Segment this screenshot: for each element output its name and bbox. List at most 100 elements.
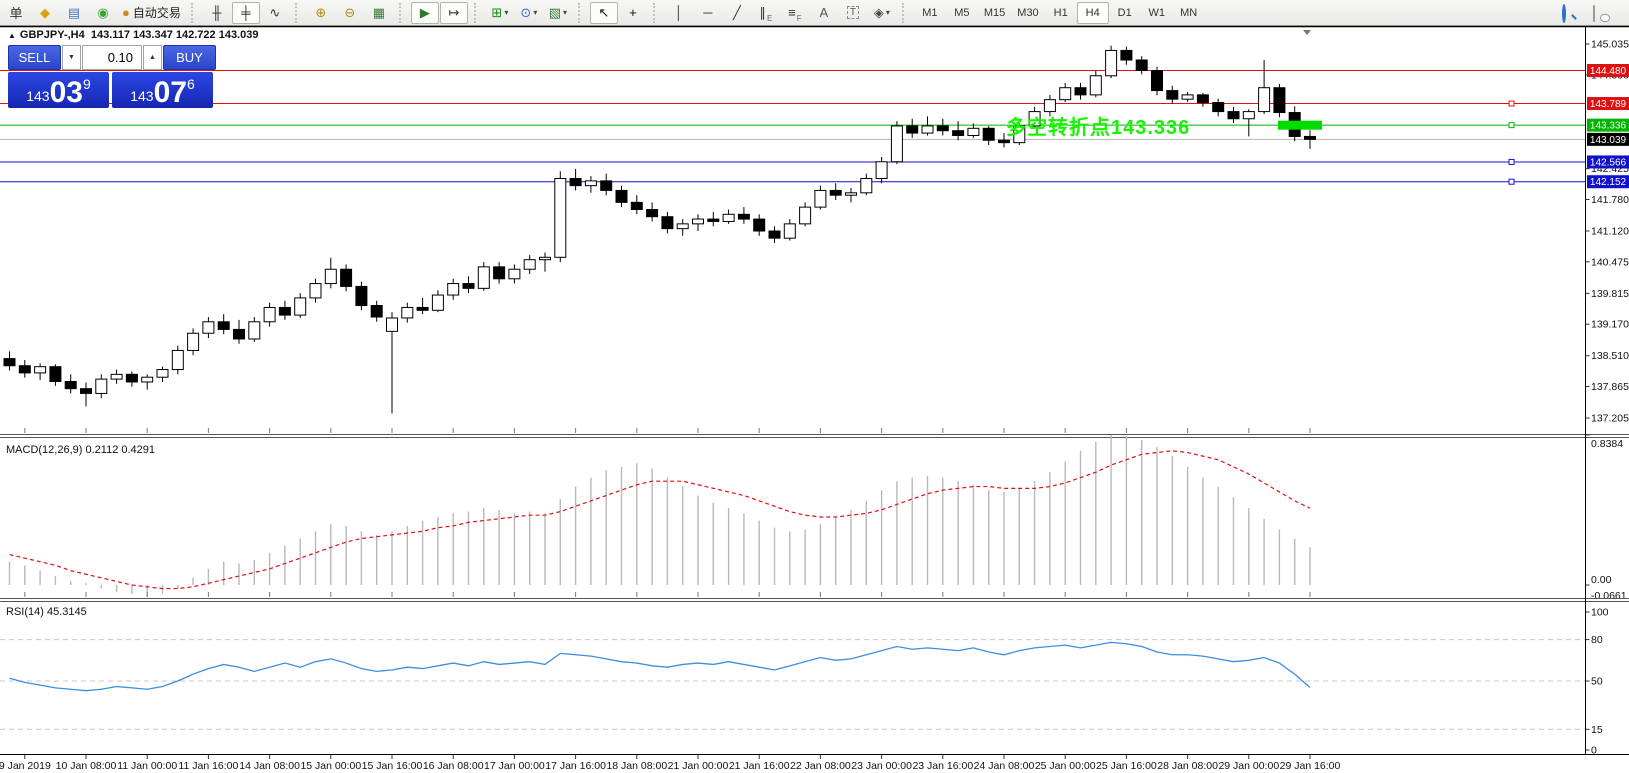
chart-profile-icon[interactable]: ◆ [31, 2, 59, 24]
axis-label: -0.0661 [1591, 590, 1627, 602]
candle-body [478, 267, 489, 288]
candle-body [830, 190, 841, 195]
trendline-icon[interactable]: ╱ [723, 2, 751, 24]
candle-body [218, 322, 229, 330]
candle-body [891, 126, 902, 162]
text-label-icon[interactable]: T [839, 2, 867, 24]
price-level-badge-text: 143.789 [1590, 99, 1627, 110]
timeframe-mn[interactable]: MN [1173, 2, 1205, 24]
cursor-icon[interactable]: ↖ [590, 2, 618, 24]
chart-canvas[interactable]: 0.83840.00-0.066110080501509 Jan 201910 … [0, 26, 1629, 773]
timeframe-h1[interactable]: H1 [1045, 2, 1077, 24]
candle-body [463, 284, 474, 289]
timeframe-m5[interactable]: M5 [946, 2, 978, 24]
market-radar-icon[interactable]: ◉ [89, 2, 117, 24]
volume-down-button[interactable]: ▼ [62, 45, 81, 70]
candle-body [677, 224, 688, 229]
chart-shift-icon[interactable]: ↦ [440, 2, 468, 24]
arrows-icon[interactable]: ◈▾ [868, 2, 896, 24]
candle-body [585, 181, 596, 186]
level-line-handle[interactable] [1509, 179, 1514, 184]
volume-up-button[interactable]: ▲ [143, 45, 162, 70]
symbol-period: GBPJPY-,H4 [20, 29, 85, 41]
vertical-line-icon[interactable]: │ [665, 2, 693, 24]
candle-body [738, 214, 749, 219]
macd-label: MACD(12,26,9) 0.2112 0.4291 [6, 444, 155, 456]
time-axis-label: 29 Jan 00:00 [1218, 760, 1279, 772]
price-axis-label: 141.780 [1591, 194, 1629, 206]
level-line-handle[interactable] [1509, 159, 1514, 164]
indicators-icon[interactable]: ⊞▾ [486, 2, 514, 24]
level-line-handle[interactable] [1509, 101, 1514, 106]
toolbar-separator [399, 3, 406, 23]
time-axis-label: 17 Jan 00:00 [484, 760, 545, 772]
candle-body [846, 193, 857, 195]
time-axis-label: 15 Jan 00:00 [300, 760, 361, 772]
candle-body [1305, 136, 1316, 139]
candle-body [693, 219, 704, 224]
text-icon[interactable]: A [810, 2, 838, 24]
timeframe-m30[interactable]: M30 [1011, 2, 1044, 24]
time-axis-label: 15 Jan 16:00 [362, 760, 423, 772]
candle-body [1121, 50, 1132, 60]
charts-cloud-icon[interactable]: ▤ [60, 2, 88, 24]
time-axis-label: 28 Jan 08:00 [1157, 760, 1218, 772]
candle-body [1075, 88, 1086, 95]
buy-price-big: 07 [154, 80, 187, 106]
macd-current-values: 0.2112 0.4291 [85, 444, 155, 456]
timeframe-m1[interactable]: M1 [914, 2, 946, 24]
bar-chart-icon[interactable]: ╫ [203, 2, 231, 24]
search-icon[interactable] [1558, 2, 1588, 24]
rsi-current-value: 45.3145 [47, 606, 87, 618]
horizontal-line-icon[interactable]: ─ [694, 2, 722, 24]
zoom-in-icon[interactable]: ⊕ [307, 2, 335, 24]
level-line-handle[interactable] [1509, 123, 1514, 128]
candle-body [968, 128, 979, 135]
candle-body [188, 333, 199, 350]
toolbar-separator [474, 3, 481, 23]
candle-body [922, 126, 933, 133]
fibonacci-icon[interactable]: ≡F [781, 2, 809, 24]
candle-body [295, 298, 306, 315]
volume-input[interactable] [82, 45, 142, 70]
templates-icon[interactable]: ▧▾ [544, 2, 572, 24]
crosshair-icon[interactable]: + [619, 2, 647, 24]
equidistant-channel-icon[interactable]: ∥E [752, 2, 780, 24]
line-chart-icon[interactable]: ∿ [261, 2, 289, 24]
tile-windows-icon[interactable]: ▦ [365, 2, 393, 24]
candle-body [65, 381, 76, 388]
time-axis-label: 17 Jan 16:00 [545, 760, 606, 772]
candle-body [601, 181, 612, 191]
sell-price-tile[interactable]: 143039 [8, 72, 109, 108]
symbol-collapse-icon[interactable]: ▲ [8, 31, 16, 40]
timeframe-w1[interactable]: W1 [1141, 2, 1173, 24]
candle-body [1243, 112, 1254, 119]
candle-body [203, 322, 214, 333]
periods-icon[interactable]: ⊙▾ [515, 2, 543, 24]
new-order[interactable]: 单 [2, 2, 30, 24]
sell-button[interactable]: SELL [8, 45, 61, 70]
candle-body [417, 307, 428, 310]
time-axis-label: 23 Jan 00:00 [851, 760, 912, 772]
candle-body [356, 286, 367, 305]
buy-price-tile[interactable]: 143076 [112, 72, 213, 108]
candle-body [310, 284, 321, 298]
candle-body [876, 162, 887, 179]
time-axis-label: 24 Jan 08:00 [974, 760, 1035, 772]
zoom-out-icon[interactable]: ⊖ [336, 2, 364, 24]
current-price-badge-text: 143.039 [1590, 135, 1627, 146]
candle-body [96, 379, 107, 393]
candle-body [264, 307, 275, 321]
annotation-highlight-bar[interactable] [1278, 121, 1322, 130]
candlestick-chart-icon[interactable]: ╪ [232, 2, 260, 24]
timeframe-d1[interactable]: D1 [1109, 2, 1141, 24]
buy-button[interactable]: BUY [163, 45, 216, 70]
timeframe-h4[interactable]: H4 [1077, 2, 1109, 24]
chart-annotation-text[interactable]: 多空转折点143.336 [1006, 111, 1190, 140]
rsi-label: RSI(14) 45.3145 [6, 606, 87, 618]
auto-scroll-icon[interactable]: ▶ [411, 2, 439, 24]
timeframe-buttons: M1M5M15M30H1H4D1W1MN [914, 2, 1205, 24]
chat-icon[interactable] [1589, 2, 1619, 24]
timeframe-m15[interactable]: M15 [978, 2, 1011, 24]
autotrading-icon[interactable]: ●自动交易 [118, 2, 185, 24]
